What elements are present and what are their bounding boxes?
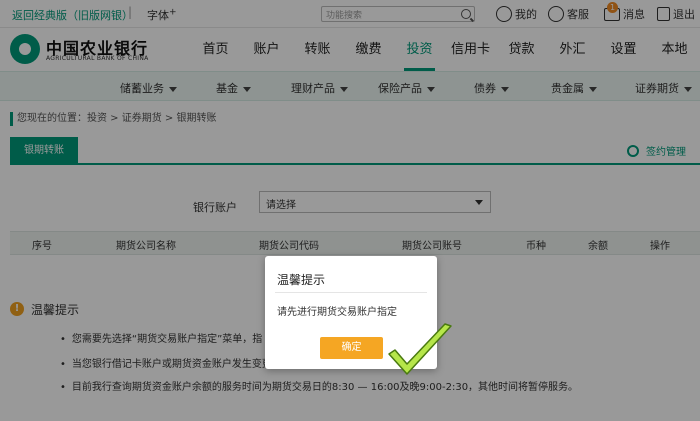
dialog-message: 请先进行期货交易账户指定 <box>277 307 397 318</box>
dialog-divider <box>275 292 427 293</box>
dialog-title: 温馨提示 <box>277 273 326 287</box>
checkmark-icon <box>388 323 452 375</box>
confirm-button[interactable]: 确定 <box>320 337 383 359</box>
